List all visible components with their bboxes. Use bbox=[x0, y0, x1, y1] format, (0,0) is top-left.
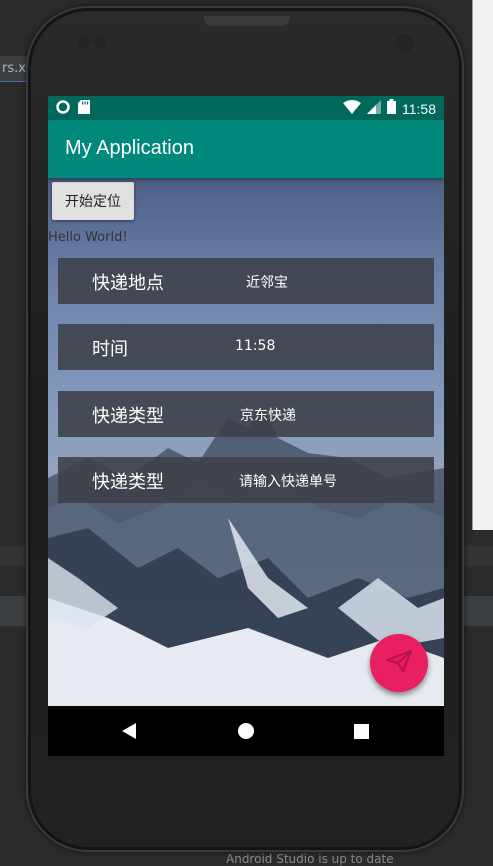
row-label: 快递地点 bbox=[92, 273, 164, 294]
signal-icon bbox=[367, 99, 381, 118]
tracking-number-input[interactable]: 请输入快递单号 bbox=[239, 471, 337, 491]
sensor-dot bbox=[94, 36, 106, 48]
row-value: 京东快递 bbox=[240, 408, 296, 424]
app-title: My Application bbox=[65, 137, 194, 159]
svg-text:x: x bbox=[354, 108, 358, 114]
home-icon[interactable] bbox=[238, 723, 254, 739]
circle-icon bbox=[56, 100, 70, 118]
send-fab-button[interactable] bbox=[370, 634, 428, 692]
earpiece-speaker bbox=[204, 16, 290, 26]
navigation-bar bbox=[48, 706, 444, 756]
list-item-delivery-type[interactable]: 快递类型 京东快递 bbox=[58, 391, 434, 437]
device-screen: x 11:58 My Application 开始定位 Hello World! bbox=[48, 96, 444, 756]
send-icon bbox=[386, 650, 412, 676]
status-time: 11:58 bbox=[402, 100, 436, 117]
row-value: 近邻宝 bbox=[246, 275, 288, 291]
recent-apps-icon[interactable] bbox=[354, 724, 369, 739]
row-value: 11:58 bbox=[235, 338, 276, 354]
start-location-button[interactable]: 开始定位 bbox=[52, 182, 134, 220]
list-item-time[interactable]: 时间 11:58 bbox=[58, 324, 434, 370]
app-bar: My Application bbox=[48, 120, 444, 178]
sd-card-icon bbox=[78, 100, 90, 118]
front-camera bbox=[396, 34, 414, 52]
hello-text: Hello World! bbox=[48, 230, 128, 245]
status-bar: x 11:58 bbox=[48, 96, 444, 120]
row-label: 时间 bbox=[92, 339, 128, 360]
wifi-icon: x bbox=[343, 99, 361, 118]
row-label: 快递类型 bbox=[92, 472, 164, 493]
main-content: 开始定位 Hello World! 快递地点 近邻宝 时间 11:58 快递类型… bbox=[48, 178, 444, 706]
battery-icon bbox=[387, 99, 396, 118]
ide-side-panel bbox=[472, 0, 493, 530]
sensor-dot bbox=[78, 36, 90, 48]
list-item-tracking-number[interactable]: 快递类型 请输入快递单号 bbox=[58, 457, 434, 503]
row-label: 快递类型 bbox=[92, 406, 164, 427]
back-icon[interactable] bbox=[122, 723, 136, 739]
list-item-delivery-location[interactable]: 快递地点 近邻宝 bbox=[58, 258, 434, 304]
